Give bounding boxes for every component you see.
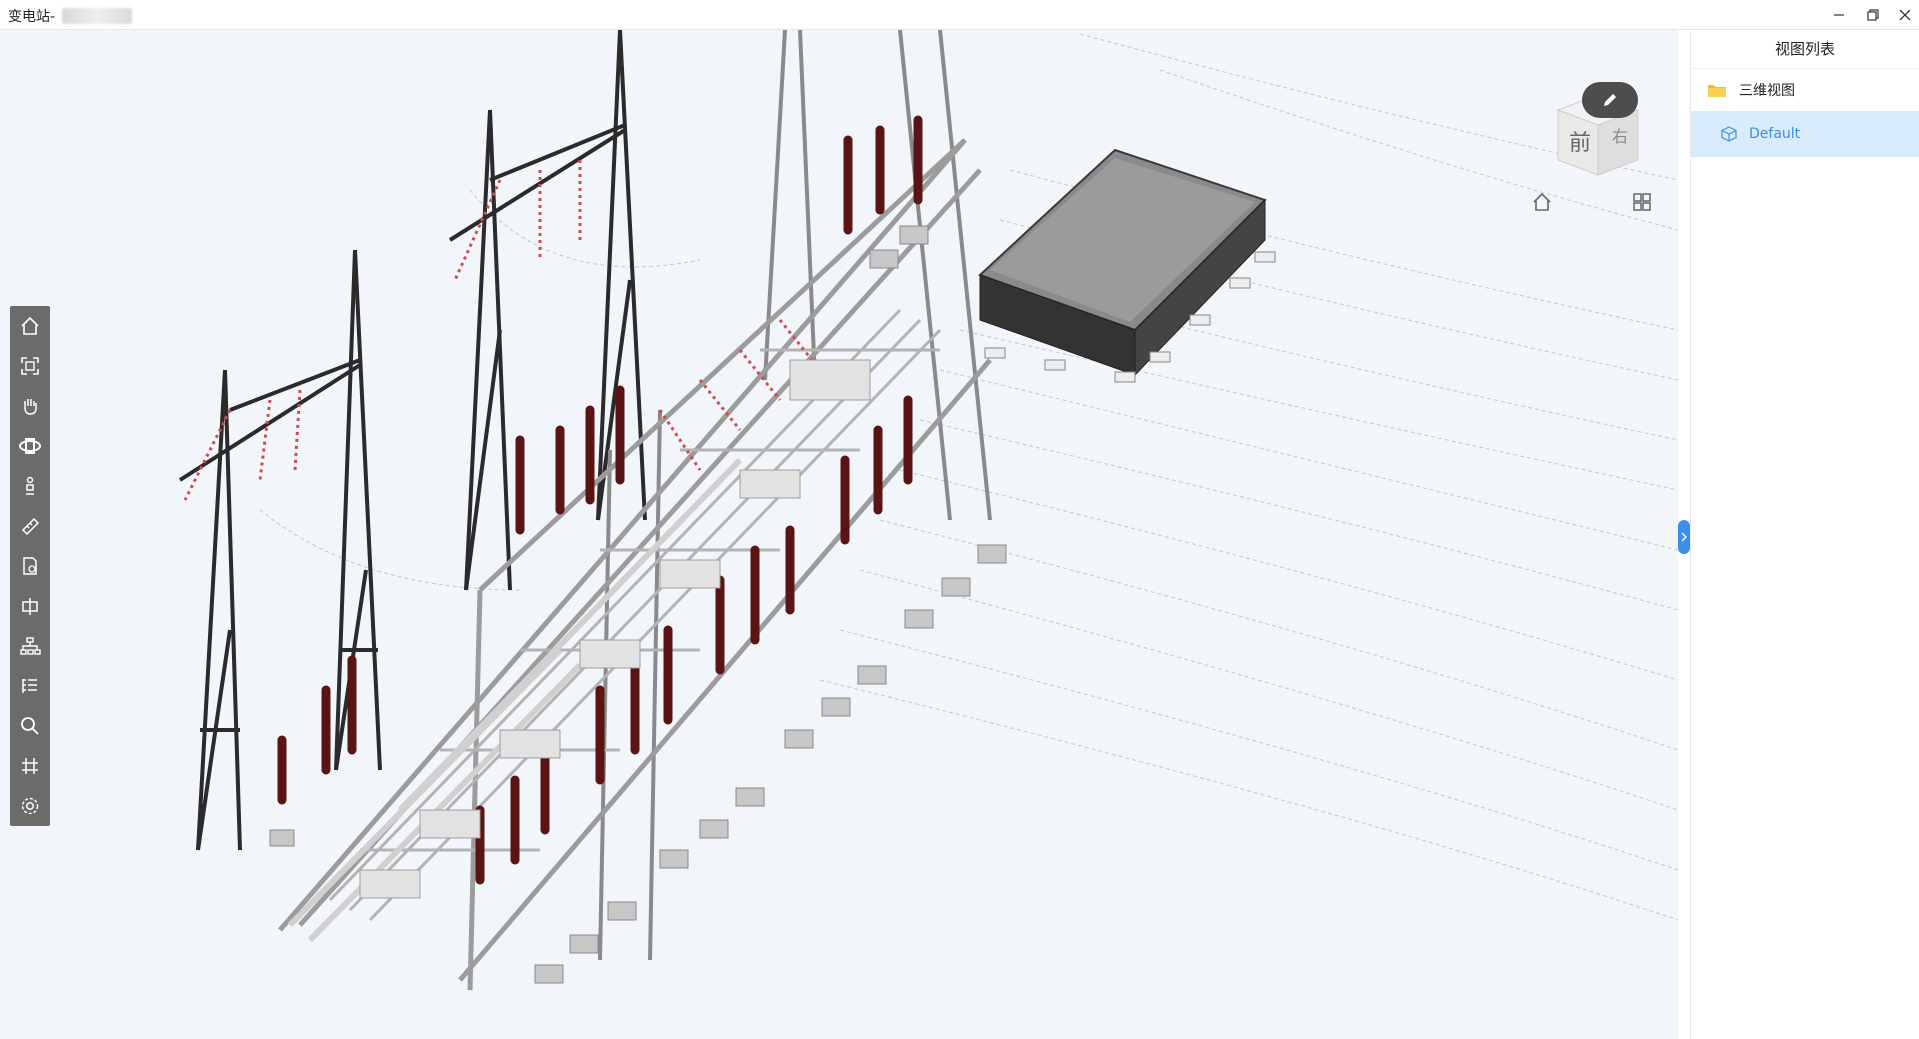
- home-icon: [21, 316, 39, 335]
- edit-view-button[interactable]: [1582, 82, 1638, 118]
- redacted-title-part: [62, 8, 132, 24]
- close-button[interactable]: [1888, 0, 1919, 30]
- transformer-box: [978, 148, 1276, 383]
- settings-gear-icon: [21, 797, 39, 815]
- view-list-panel: 视图列表 三维视图 Default: [1690, 30, 1919, 1039]
- window-title: 变电站-: [8, 9, 56, 25]
- pan-button[interactable]: [10, 386, 50, 426]
- restore-button[interactable]: [1856, 0, 1890, 30]
- tree-folder-3d-views[interactable]: 三维视图: [1691, 69, 1919, 111]
- list-icon: [22, 679, 37, 693]
- model-tree-button[interactable]: [10, 626, 50, 666]
- search-icon: [21, 717, 39, 735]
- measure-button[interactable]: [10, 506, 50, 546]
- orbit-button[interactable]: [10, 426, 50, 466]
- properties-button[interactable]: [10, 546, 50, 586]
- model-tree-icon: [20, 637, 41, 655]
- chevron-right-icon: [1681, 532, 1687, 542]
- fit-view-button[interactable]: [10, 346, 50, 386]
- cube-home-button[interactable]: [1528, 188, 1556, 216]
- left-toolbar: [10, 306, 50, 826]
- section-button[interactable]: [10, 586, 50, 626]
- substation-3d-model[interactable]: [0, 30, 1678, 1039]
- section-box-icon: [22, 598, 38, 615]
- orbit-icon: [19, 438, 41, 454]
- search-button[interactable]: [10, 706, 50, 746]
- list-button[interactable]: [10, 666, 50, 706]
- restore-icon: [1867, 9, 1879, 21]
- cube-layout-button[interactable]: [1628, 188, 1656, 216]
- grid-axis-icon: [22, 758, 38, 774]
- minimize-button[interactable]: [1822, 0, 1856, 30]
- 3d-viewport[interactable]: 前 右: [0, 30, 1678, 1039]
- panel-title: 视图列表: [1691, 30, 1919, 69]
- cube-icon: [1721, 126, 1737, 142]
- fit-view-icon: [21, 357, 39, 375]
- walk-button[interactable]: [10, 466, 50, 506]
- settings-button[interactable]: [10, 786, 50, 826]
- measure-ruler-icon: [21, 517, 40, 536]
- tree-item-label: Default: [1749, 126, 1801, 142]
- cube-front-face[interactable]: 前: [1569, 131, 1591, 156]
- panel-collapse-handle[interactable]: [1678, 520, 1690, 554]
- title-bar: 变电站-: [0, 0, 1919, 30]
- home-view-button[interactable]: [10, 306, 50, 346]
- walk-person-icon: [26, 476, 34, 495]
- axis-grid-button[interactable]: [10, 746, 50, 786]
- home-icon: [1533, 192, 1551, 211]
- pan-hand-icon: [24, 399, 37, 415]
- minimize-icon: [1834, 14, 1844, 16]
- cube-right-face[interactable]: 右: [1612, 127, 1628, 146]
- properties-icon: [23, 557, 37, 575]
- close-icon: [1899, 9, 1911, 21]
- grid-layout-icon: [1633, 193, 1651, 211]
- tree-item-default[interactable]: Default: [1691, 111, 1919, 157]
- tree-folder-label: 三维视图: [1739, 83, 1795, 99]
- folder-icon: [1708, 85, 1726, 97]
- pencil-icon: [1604, 94, 1616, 106]
